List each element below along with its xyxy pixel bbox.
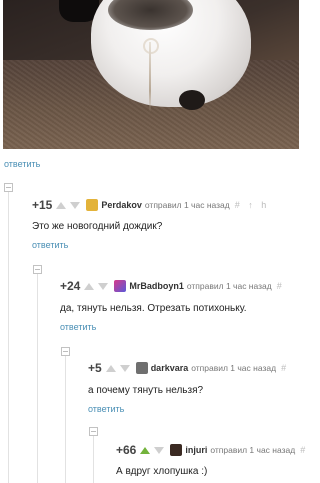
- collapse-toggle-1[interactable]: [4, 183, 13, 192]
- comment-text-2: да, тянуть нельзя. Отрезать потихоньку.: [60, 303, 247, 314]
- reply-link-1[interactable]: ответить: [32, 240, 68, 250]
- comment-score: +5: [88, 361, 102, 375]
- comment-score: +24: [60, 279, 81, 293]
- thread-line-2: [37, 270, 38, 483]
- reply-link-3[interactable]: ответить: [88, 404, 124, 414]
- avatar[interactable]: [170, 444, 183, 456]
- comment-header-2: +24 MrBadboyn1 отправил 1 час назад #: [60, 279, 285, 293]
- post-image[interactable]: [3, 0, 299, 149]
- vote-up-icon[interactable]: [56, 201, 67, 209]
- comment-tools[interactable]: #: [277, 281, 285, 291]
- comment-text-1: Это же новогодний дождик?: [32, 221, 163, 232]
- comment-score: +66: [116, 443, 137, 457]
- vote-up-icon[interactable]: [140, 446, 151, 454]
- thread-line-3: [65, 352, 66, 483]
- vote-down-icon[interactable]: [119, 364, 130, 372]
- comment-tools[interactable]: #: [300, 445, 308, 455]
- comment-meta: отправил 1 час назад: [191, 363, 277, 373]
- comment-header-4: +66 injuri отправил 1 час назад #: [116, 443, 308, 457]
- comment-score: +15: [32, 198, 53, 212]
- comment-author[interactable]: MrBadboyn1: [129, 281, 184, 291]
- comment-tools[interactable]: #: [281, 363, 289, 373]
- tinsel: [149, 42, 151, 112]
- comment-author[interactable]: Perdakov: [101, 200, 142, 210]
- avatar[interactable]: [114, 280, 127, 292]
- vote-down-icon[interactable]: [70, 201, 81, 209]
- collapse-toggle-4[interactable]: [89, 427, 98, 436]
- comment-header-3: +5 darkvara отправил 1 час назад #: [88, 361, 289, 375]
- collapse-toggle-2[interactable]: [33, 265, 42, 274]
- comment-author[interactable]: darkvara: [151, 363, 189, 373]
- post-reply-link[interactable]: ответить: [4, 159, 40, 169]
- comment-meta: отправил 1 час назад: [210, 445, 296, 455]
- comment-text-4: А вдруг хлопушка :): [116, 466, 208, 477]
- collapse-toggle-3[interactable]: [61, 347, 70, 356]
- reply-link-2[interactable]: ответить: [60, 322, 96, 332]
- comment-meta: отправил 1 час назад: [144, 200, 230, 210]
- vote-down-icon[interactable]: [154, 446, 165, 454]
- thread-line-1: [8, 188, 9, 483]
- comment-header-1: +15 Perdakov отправил 1 час назад # ↑ h: [32, 198, 269, 212]
- comment-meta: отправил 1 час назад: [186, 281, 272, 291]
- comment-tools[interactable]: # ↑ h: [235, 200, 270, 210]
- tinsel-ring: [143, 38, 159, 54]
- avatar[interactable]: [86, 199, 99, 211]
- vote-down-icon[interactable]: [98, 282, 109, 290]
- avatar[interactable]: [135, 362, 148, 374]
- comment-author[interactable]: injuri: [185, 445, 207, 455]
- comment-text-3: а почему тянуть нельзя?: [88, 385, 204, 396]
- cat-paw: [179, 90, 205, 110]
- vote-up-icon[interactable]: [84, 282, 95, 290]
- thread-line-4: [93, 432, 94, 483]
- vote-up-icon[interactable]: [105, 364, 116, 372]
